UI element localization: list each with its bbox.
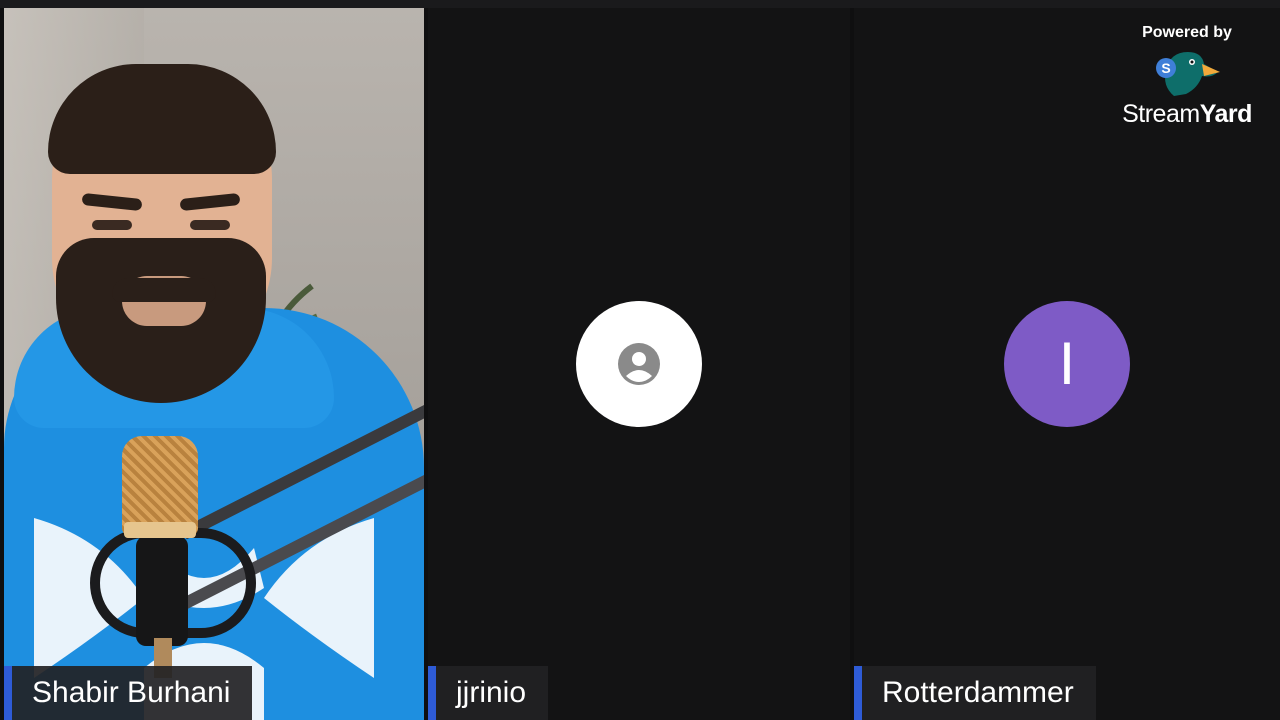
avatar-initial: I [1058, 330, 1076, 397]
microphone [122, 436, 198, 536]
logo-badge-letter: S [1161, 60, 1170, 76]
stream-canvas: Shabir Burhani jjrinio I Rotterdammer Po… [0, 0, 1280, 720]
user-icon [618, 343, 660, 385]
participant-name: Shabir Burhani [32, 676, 231, 709]
top-strip [0, 0, 1280, 8]
participant-nameplate: Rotterdammer [854, 666, 1096, 720]
participant-name: jjrinio [456, 676, 527, 709]
nameplate-accent [854, 666, 862, 720]
participant-avatar [576, 301, 702, 427]
streamyard-branding: Powered by S StreamYard [1112, 24, 1262, 129]
participant-nameplate: Shabir Burhani [4, 666, 253, 720]
participant-name: Rotterdammer [882, 676, 1074, 709]
duck-logo-icon: S [1156, 52, 1220, 96]
streamyard-wordmark: StreamYard [1122, 100, 1252, 128]
participant-avatar: I [1004, 301, 1130, 427]
nameplate-accent [4, 666, 12, 720]
powered-by-label: Powered by [1142, 24, 1232, 41]
participant-tile-2[interactable]: jjrinio [428, 8, 850, 720]
participant-video [4, 8, 424, 720]
nameplate-accent [428, 666, 436, 720]
participant-tile-1[interactable]: Shabir Burhani [4, 8, 424, 720]
participant-nameplate: jjrinio [428, 666, 549, 720]
